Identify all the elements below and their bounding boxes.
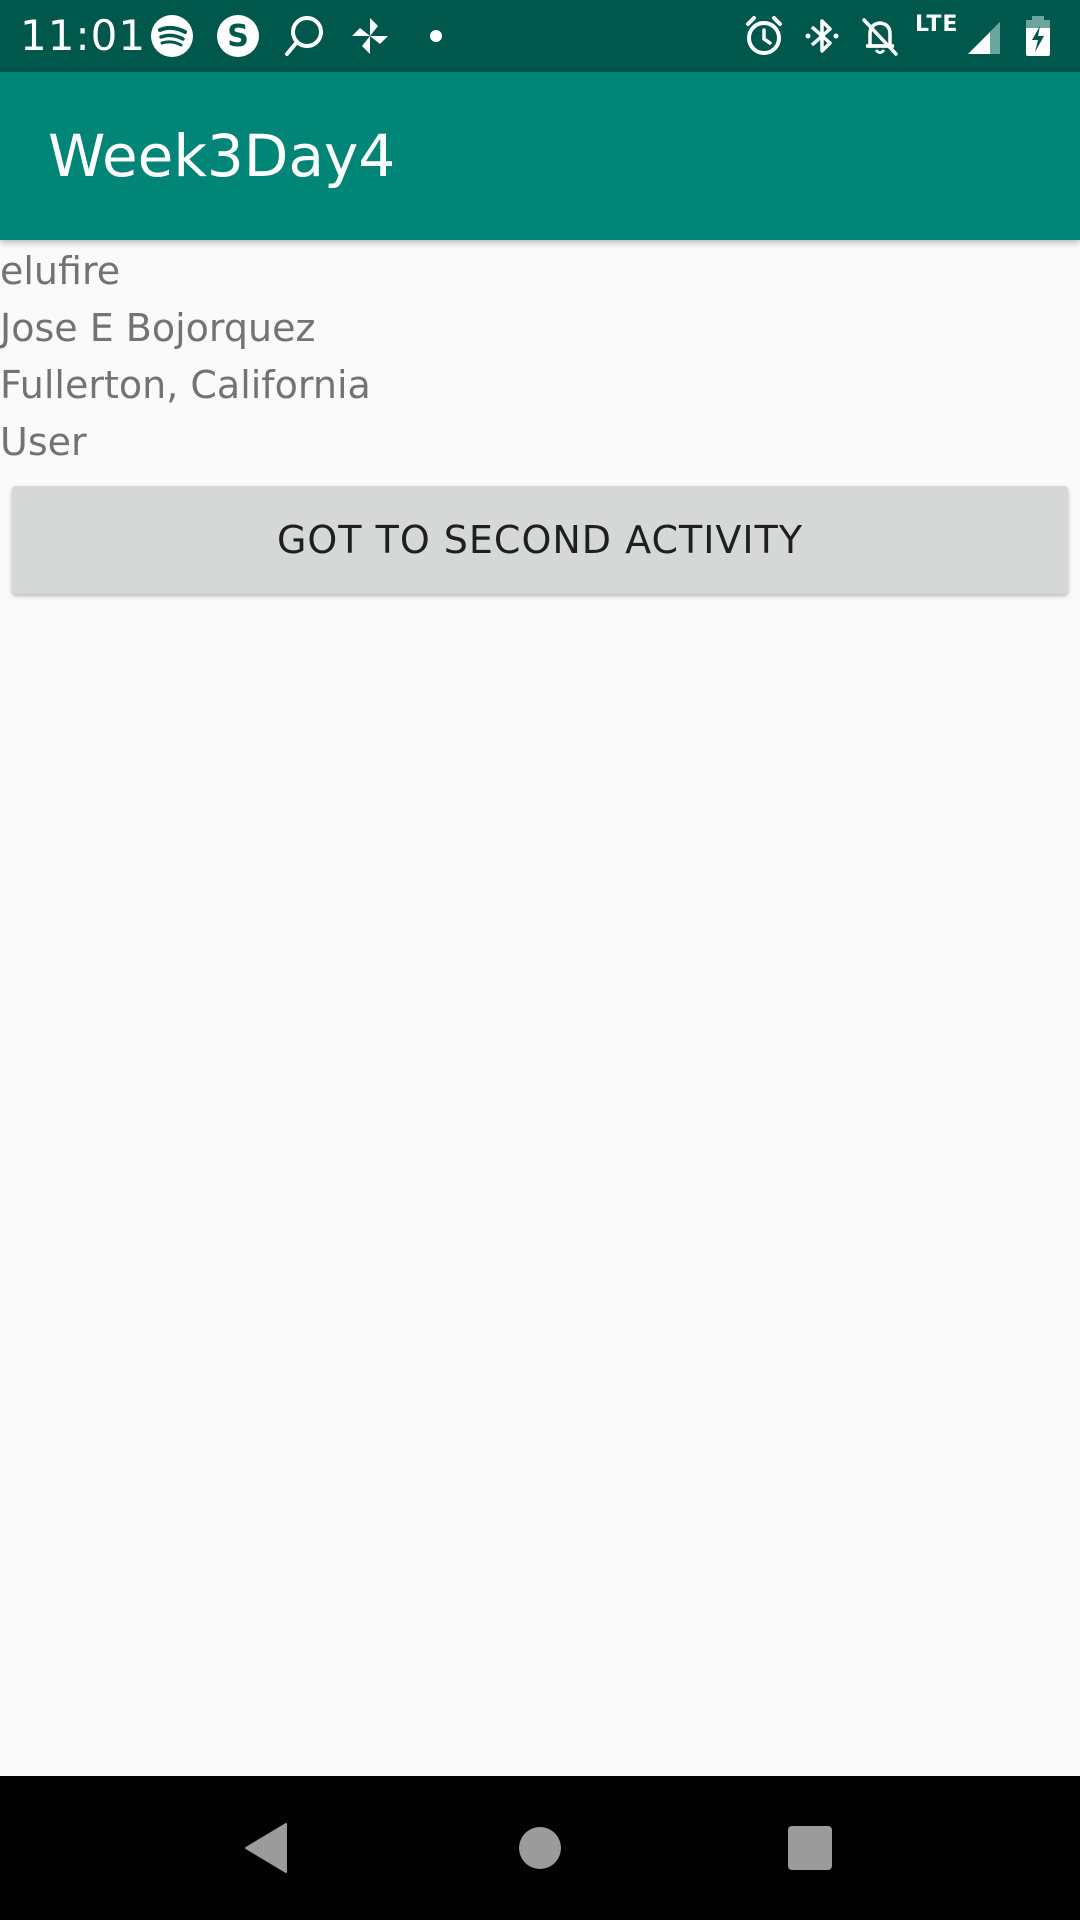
app-title: Week3Day4 xyxy=(48,122,396,190)
status-time: 11:01 xyxy=(20,11,147,60)
back-icon[interactable] xyxy=(236,1816,300,1880)
notifications-off-icon xyxy=(856,12,904,60)
location-text: Fullerton, California xyxy=(0,363,371,407)
spotify-icon xyxy=(148,12,196,60)
full-name-text: Jose E Bojorquez xyxy=(0,306,316,350)
svg-text:S: S xyxy=(227,19,249,54)
go-to-second-activity-button[interactable]: GOT TO SECOND ACTIVITY xyxy=(12,486,1068,594)
signal-icon xyxy=(960,12,1008,60)
app-bar: Week3Day4 xyxy=(0,72,1080,240)
pinwheel-icon xyxy=(346,12,394,60)
network-type-label: LTE xyxy=(915,12,959,37)
search-chat-icon xyxy=(280,12,328,60)
navigation-bar xyxy=(0,1776,1080,1920)
recents-icon[interactable] xyxy=(778,1816,842,1880)
role-text: User xyxy=(0,420,87,464)
home-icon[interactable] xyxy=(508,1816,572,1880)
status-bar: 11:01 S LTE xyxy=(0,0,1080,72)
dot-icon xyxy=(412,12,460,60)
bluetooth-icon xyxy=(798,12,846,60)
skype-icon: S xyxy=(214,12,262,60)
alarm-icon xyxy=(740,12,788,60)
username-text: elufire xyxy=(0,249,121,293)
battery-charging-icon xyxy=(1014,12,1062,60)
